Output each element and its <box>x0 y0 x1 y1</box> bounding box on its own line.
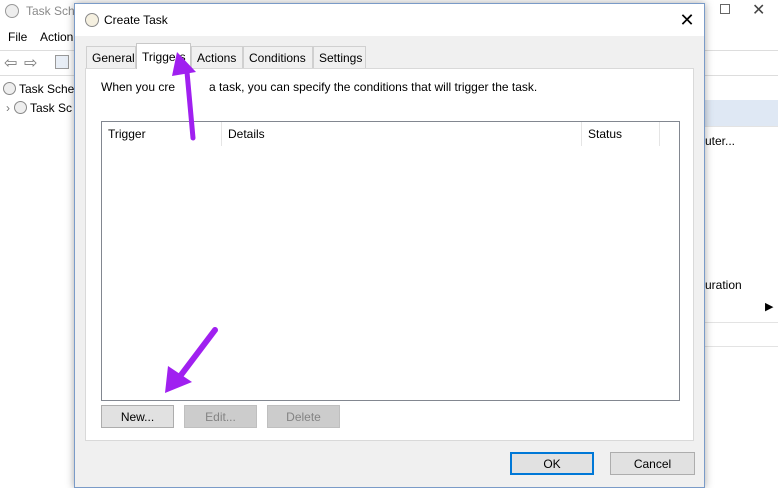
clock-icon <box>5 4 19 18</box>
tab-settings[interactable]: Settings <box>313 46 366 68</box>
column-header-details[interactable]: Details <box>222 122 582 146</box>
clock-icon <box>3 82 16 95</box>
menu-file[interactable]: File <box>8 30 27 44</box>
console-tree: Task Sche › Task Sc <box>0 76 79 488</box>
back-arrow-icon[interactable]: ⇦ <box>4 53 17 73</box>
action-configuration[interactable]: uration <box>705 278 742 292</box>
actions-pane: uter... uration ▶ <box>705 100 778 488</box>
tab-general[interactable]: General <box>86 46 136 68</box>
tab-actions[interactable]: Actions <box>191 46 243 68</box>
create-task-dialog: Create Task ✕ General Triggers Actions C… <box>74 3 705 488</box>
clock-icon <box>85 13 99 27</box>
triggers-tab-panel: When you cre a task, you can specify the … <box>85 68 694 441</box>
tree-item-task-scheduler[interactable]: Task Sche <box>3 82 74 96</box>
close-icon[interactable]: ✕ <box>673 8 701 32</box>
dialog-titlebar: Create Task ✕ <box>75 4 704 36</box>
delete-trigger-button[interactable]: Delete <box>267 405 340 428</box>
expand-chevron-icon[interactable]: › <box>6 101 10 115</box>
close-icon[interactable]: ✕ <box>752 0 765 20</box>
menu-action[interactable]: Action <box>40 30 73 44</box>
ok-button[interactable]: OK <box>510 452 594 475</box>
action-connect-computer[interactable]: uter... <box>705 134 735 148</box>
column-divider[interactable] <box>659 122 660 146</box>
edit-trigger-button[interactable]: Edit... <box>184 405 257 428</box>
triggers-list[interactable]: Trigger Details Status <box>101 121 680 401</box>
actions-pane-header <box>705 100 778 126</box>
tab-conditions[interactable]: Conditions <box>243 46 313 68</box>
dialog-title: Create Task <box>104 13 168 27</box>
show-hide-tree-icon[interactable] <box>55 55 69 69</box>
cancel-button[interactable]: Cancel <box>610 452 695 475</box>
maximize-icon[interactable] <box>720 4 730 14</box>
new-trigger-button[interactable]: New... <box>101 405 174 428</box>
tree-item-task-scheduler-library[interactable]: › Task Sc <box>6 101 72 115</box>
forward-arrow-icon[interactable]: ⇨ <box>24 53 37 73</box>
tab-triggers[interactable]: Triggers <box>136 43 191 69</box>
column-header-status[interactable]: Status <box>582 122 660 146</box>
folder-clock-icon <box>14 101 27 114</box>
triggers-description: When you cre a task, you can specify the … <box>101 80 538 94</box>
column-header-trigger[interactable]: Trigger <box>102 122 222 146</box>
submenu-arrow-icon[interactable]: ▶ <box>765 300 773 313</box>
